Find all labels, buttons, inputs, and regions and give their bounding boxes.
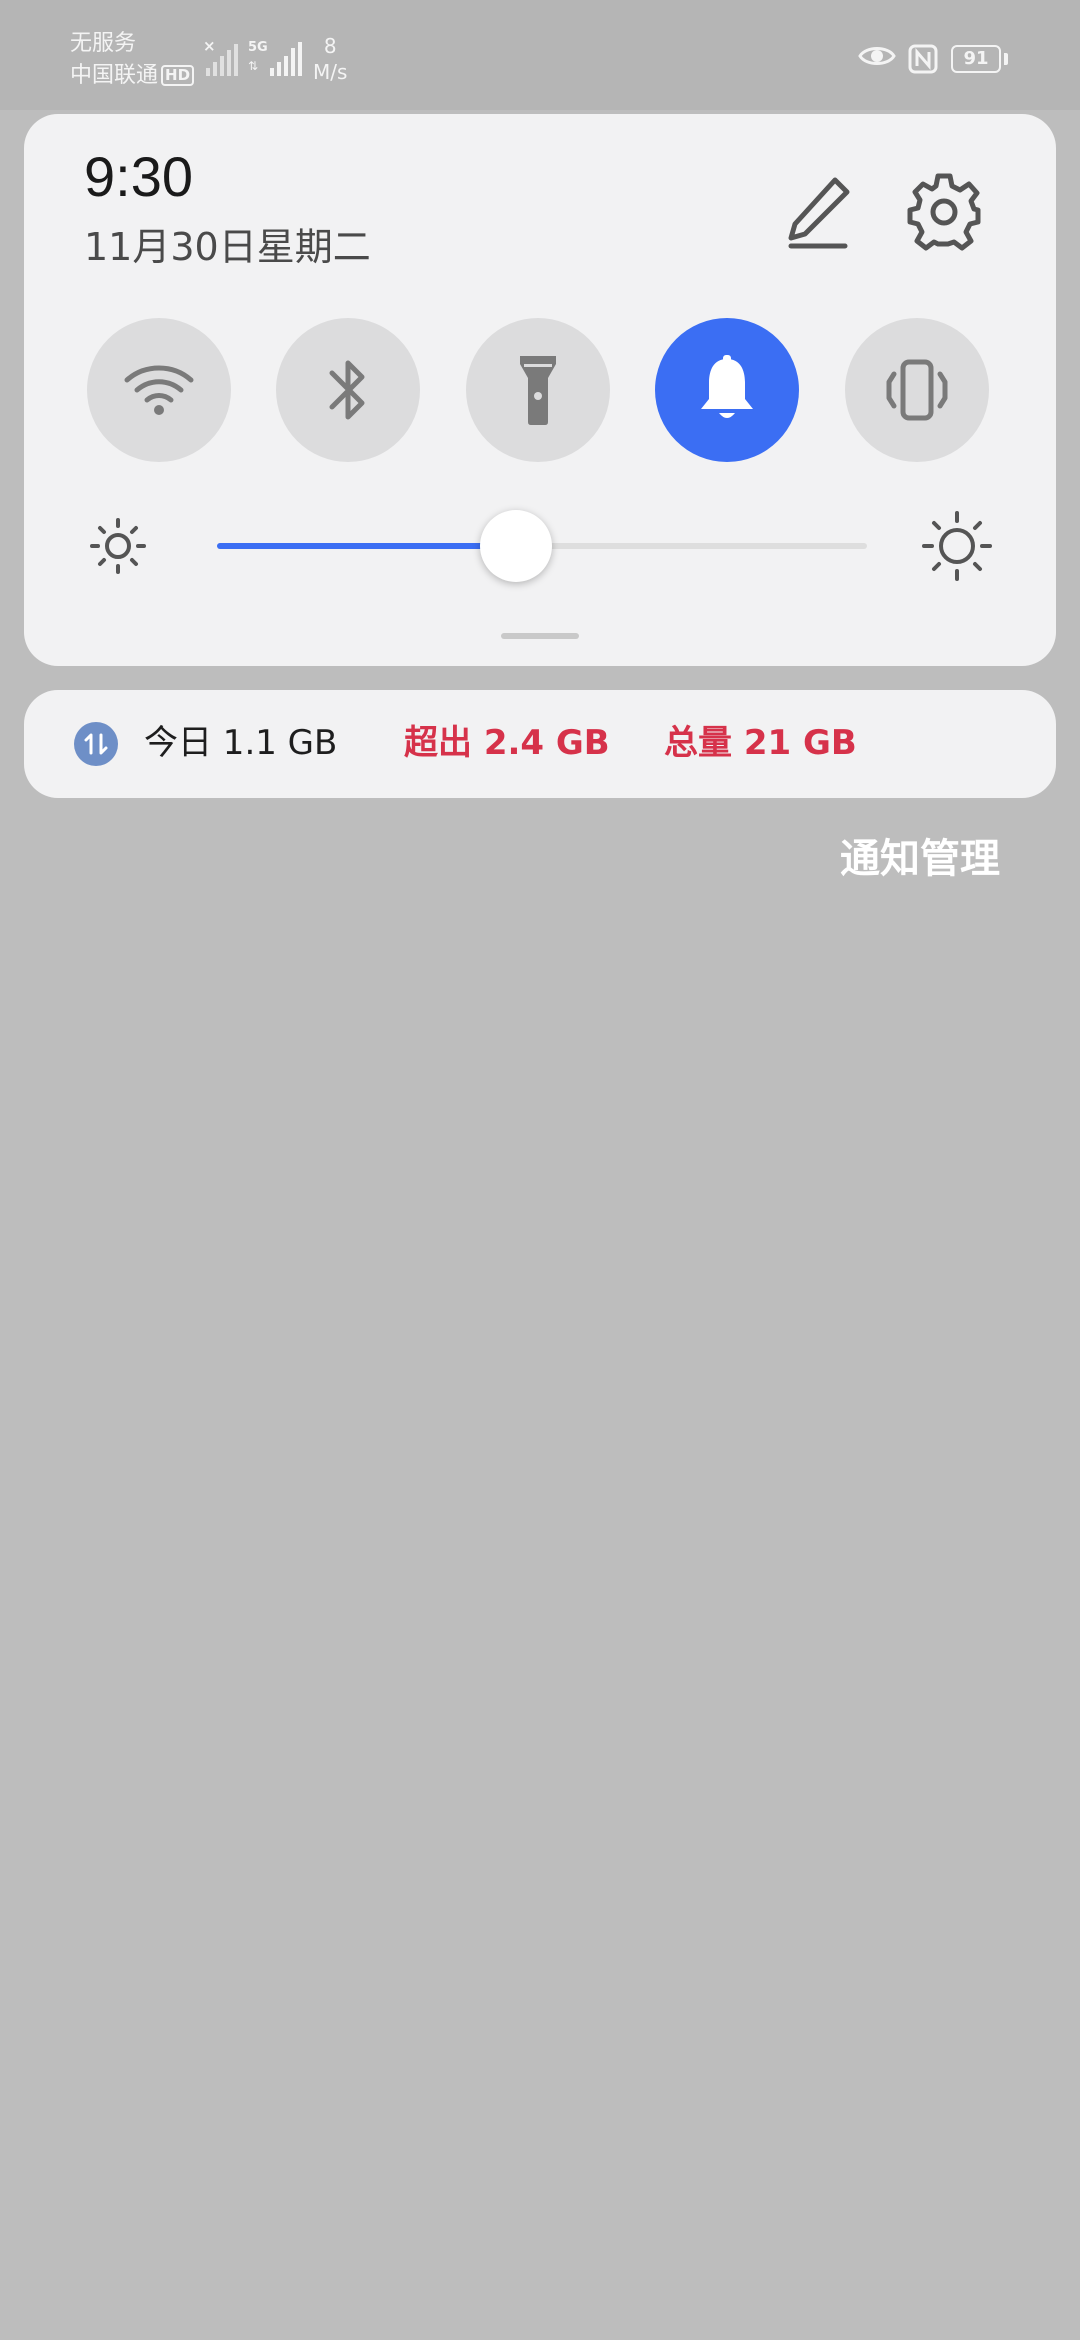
clock-date: 11月30日星期二: [84, 225, 371, 269]
edit-button[interactable]: [777, 174, 857, 254]
bell-icon: [701, 355, 753, 418]
carrier-no-service: 无服务: [70, 31, 137, 56]
speed-unit: M/s: [313, 60, 348, 84]
sound-toggle[interactable]: [655, 318, 799, 462]
carrier-name-row: 中国联通 HD: [70, 60, 195, 92]
brightness-slider-fill: [217, 543, 516, 549]
network-type-label: 5G: [248, 40, 268, 55]
svg-text:⇅: ⇅: [248, 59, 258, 73]
vibrate-icon: [886, 359, 948, 421]
hd-badge: HD: [161, 65, 195, 86]
carrier-name: 中国联通: [70, 63, 159, 88]
clock-time: 9:30: [84, 145, 193, 208]
wifi-icon: [124, 365, 194, 415]
signal-5g-icon: 5G ⇅: [248, 40, 302, 76]
battery-indicator: 91: [951, 45, 1008, 73]
carrier-info: 无服务 中国联通 HD: [70, 28, 195, 92]
brightness-high-icon: [922, 511, 992, 581]
nfc-icon: [908, 44, 938, 74]
brightness-low-icon: [90, 518, 146, 574]
eye-comfort-icon: [858, 47, 896, 65]
speed-value: 8: [323, 34, 337, 58]
data-today: 今日 1.1 GB: [144, 723, 338, 763]
signal-no-service-icon: ×: [203, 38, 238, 76]
data-total: 总量 21 GB: [664, 723, 857, 763]
data-transfer-icon: [74, 722, 118, 766]
network-speed: 8 M/s: [313, 33, 347, 85]
bluetooth-toggle[interactable]: [276, 318, 420, 462]
bluetooth-icon: [329, 360, 365, 420]
flashlight-icon: [520, 356, 556, 425]
data-over-limit: 超出 2.4 GB: [404, 723, 610, 763]
notification-management-link[interactable]: 通知管理: [840, 826, 1000, 884]
gear-icon: [907, 173, 981, 251]
brightness-slider-thumb[interactable]: [480, 510, 552, 582]
wifi-toggle[interactable]: [87, 318, 231, 462]
panel-drag-handle[interactable]: [501, 633, 579, 639]
svg-text:×: ×: [203, 38, 216, 55]
data-usage-card[interactable]: 今日 1.1 GB 超出 2.4 GB 总量 21 GB: [24, 690, 1056, 798]
settings-button[interactable]: [904, 172, 984, 252]
quick-settings-panel: 9:30 11月30日星期二: [24, 114, 1056, 666]
vibration-toggle[interactable]: [845, 318, 989, 462]
pencil-icon: [788, 177, 850, 249]
flashlight-toggle[interactable]: [466, 318, 610, 462]
status-bar: 无服务 中国联通 HD × 5G ⇅ 8 M/s 91: [0, 0, 1080, 110]
up-down-arrows-icon: [84, 733, 108, 755]
